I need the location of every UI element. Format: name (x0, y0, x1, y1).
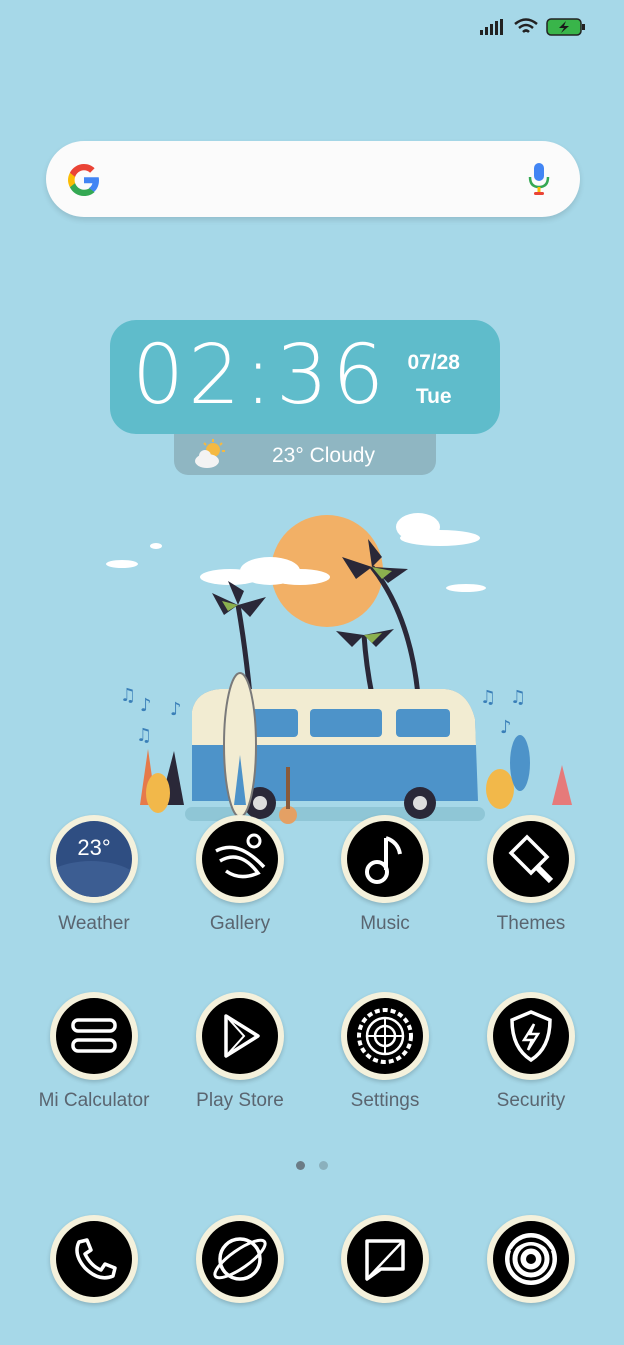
status-bar (480, 18, 586, 36)
paintbrush-icon (493, 821, 569, 897)
battery-charging-icon (546, 18, 585, 36)
messages-icon (347, 1221, 423, 1297)
page-dot-active[interactable] (296, 1161, 305, 1170)
weather-strip[interactable]: 23° Cloudy (174, 434, 436, 475)
gallery-icon-ring (196, 815, 284, 903)
beach-van-illustration: ♫ ♪♫♪ ♫ ♫♪ (106, 513, 572, 824)
app-label: Settings (350, 1090, 420, 1111)
clock-date-block: 07/28 Tue (407, 346, 460, 414)
themes-icon-ring (487, 815, 575, 903)
play-store-icon-ring (196, 992, 284, 1080)
page-indicator (296, 1161, 328, 1170)
app-label: Mi Calculator (38, 1090, 150, 1111)
app-settings[interactable]: Settings (320, 992, 450, 1112)
calculator-icon (56, 998, 132, 1074)
clock-date: 07/28 (407, 351, 460, 374)
app-label: Gallery (209, 913, 271, 934)
phone-icon-ring (50, 1215, 138, 1303)
app-themes[interactable]: Themes (466, 815, 596, 935)
app-label: Music (360, 913, 410, 934)
app-mi-calculator[interactable]: Mi Calculator (29, 992, 159, 1112)
phone-icon (56, 1221, 132, 1297)
weather-icon-temp: 23° (77, 835, 111, 860)
app-gallery[interactable]: Gallery (175, 815, 305, 935)
messages-icon-ring (341, 1215, 429, 1303)
app-label: Play Store (196, 1090, 284, 1111)
dock-browser[interactable] (175, 1215, 305, 1303)
mic-icon[interactable] (528, 161, 550, 197)
play-store-icon (202, 998, 278, 1074)
app-security[interactable]: Security (466, 992, 596, 1112)
dock-messages[interactable] (320, 1215, 450, 1303)
camera-icon (493, 1221, 569, 1297)
app-weather[interactable]: 23° Weather (29, 815, 159, 935)
music-note-icon (347, 821, 423, 897)
signal-icon (480, 19, 503, 35)
app-play-store[interactable]: Play Store (175, 992, 305, 1112)
weather-text: 23° Cloudy (272, 444, 375, 467)
svg-text:♪: ♪ (500, 717, 512, 738)
dock-phone[interactable] (29, 1215, 159, 1303)
calculator-icon-ring (50, 992, 138, 1080)
app-label: Themes (496, 913, 566, 934)
clock-day: Tue (415, 385, 452, 408)
gear-icon (347, 998, 423, 1074)
clock-widget[interactable]: 02:36 07/28 Tue (110, 320, 500, 434)
camera-icon-ring (487, 1215, 575, 1303)
app-label: Security (496, 1090, 566, 1111)
app-label: Weather (58, 913, 130, 934)
svg-text:♫: ♫ (136, 725, 152, 746)
svg-text:♫: ♫ (480, 687, 496, 708)
partly-cloudy-icon (195, 439, 225, 468)
clock-time: 02:36 (132, 328, 389, 423)
browser-icon (202, 1221, 278, 1297)
svg-text:♫: ♫ (510, 687, 526, 708)
browser-icon-ring (196, 1215, 284, 1303)
svg-text:♪: ♪ (170, 699, 182, 720)
weather-icon: 23° (56, 821, 132, 897)
gallery-icon (202, 821, 278, 897)
security-icon-ring (487, 992, 575, 1080)
shield-bolt-icon (493, 998, 569, 1074)
dock-camera[interactable] (466, 1215, 596, 1303)
google-search-bar[interactable] (46, 141, 580, 217)
page-dot[interactable] (319, 1161, 328, 1170)
google-logo (68, 164, 99, 196)
svg-text:♫: ♫ (120, 685, 136, 706)
svg-text:♪: ♪ (140, 695, 152, 716)
app-music[interactable]: Music (320, 815, 450, 935)
wifi-icon (514, 18, 538, 33)
music-icon-ring (341, 815, 429, 903)
weather-icon-ring: 23° (50, 815, 138, 903)
settings-icon-ring (341, 992, 429, 1080)
